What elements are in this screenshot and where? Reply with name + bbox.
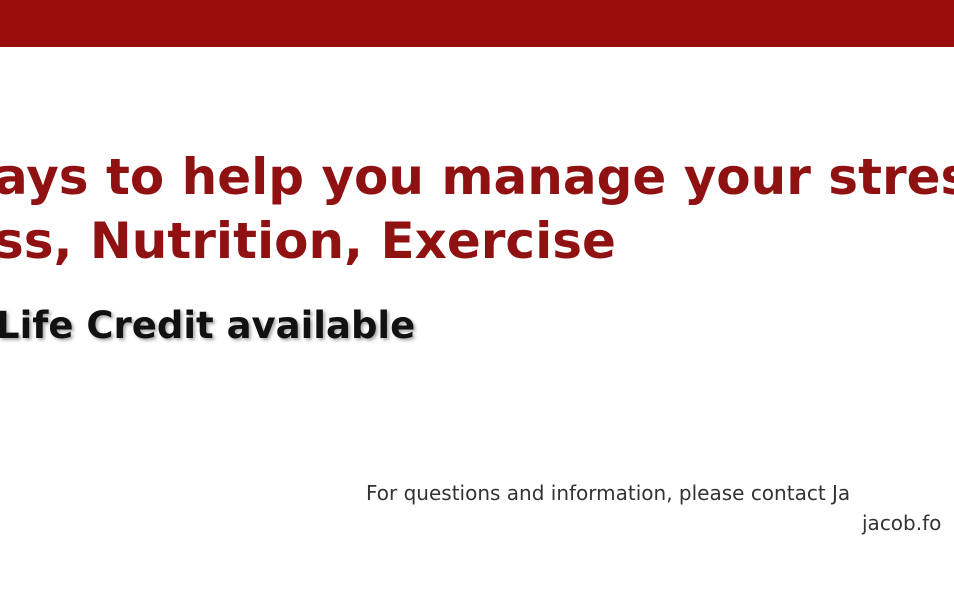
contact-email: jacob.fo	[862, 511, 942, 535]
top-banner	[0, 0, 954, 47]
headline: ays to help you manage your stress: ss, …	[0, 145, 954, 275]
headline-line-2: ss, Nutrition, Exercise	[0, 212, 616, 270]
life-credit-text: Life Credit available	[0, 304, 416, 347]
headline-line-1: ays to help you manage your stress:	[0, 148, 954, 206]
contact-line-1: For questions and information, please co…	[366, 481, 851, 505]
contact-info: For questions and information, please co…	[366, 478, 954, 548]
